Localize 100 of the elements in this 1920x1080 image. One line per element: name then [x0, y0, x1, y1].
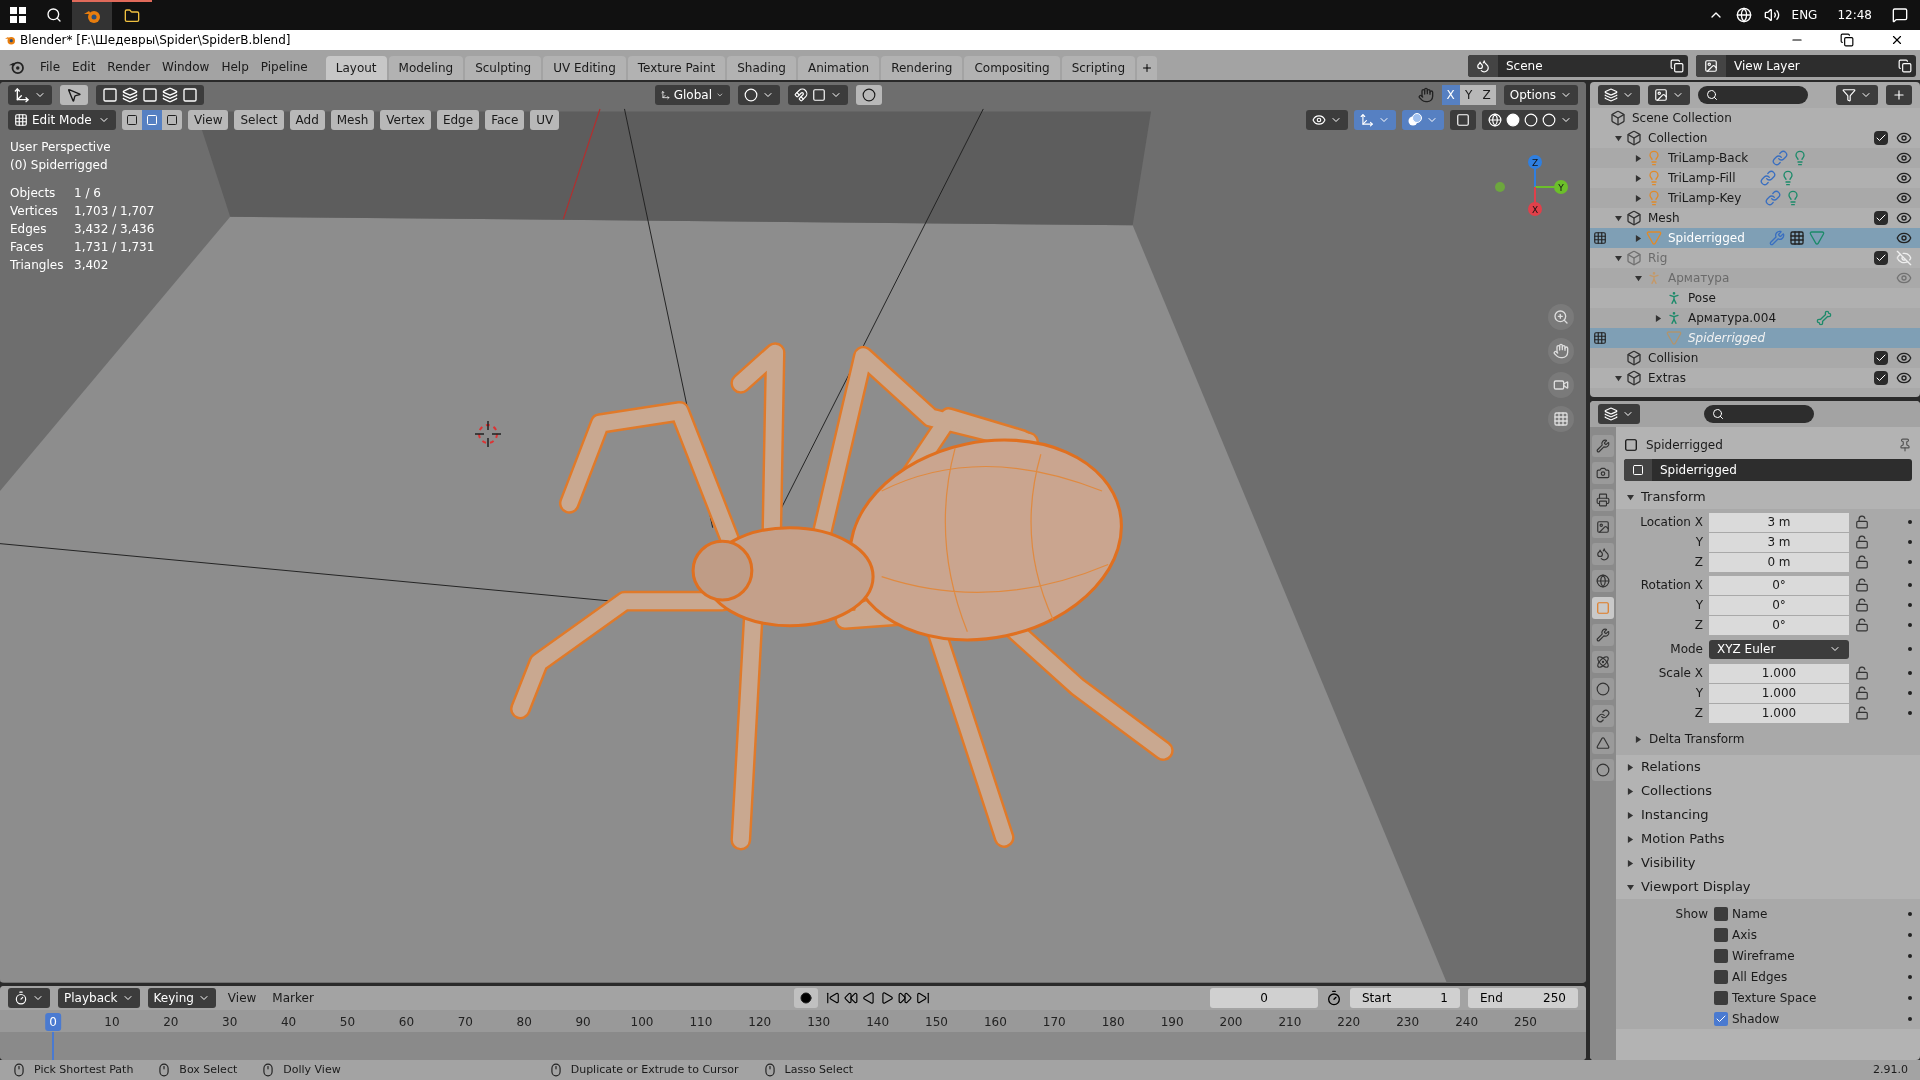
- checkbox[interactable]: [1874, 211, 1888, 225]
- number-field[interactable]: 0°: [1709, 595, 1849, 615]
- play-button[interactable]: [879, 991, 894, 1005]
- menu-item[interactable]: Render: [107, 58, 151, 76]
- expanded-arrow-icon[interactable]: [1614, 374, 1622, 382]
- panel-header[interactable]: Relations: [1624, 755, 1912, 779]
- number-field[interactable]: 1.000: [1709, 683, 1849, 703]
- new-collection-button[interactable]: [1886, 85, 1912, 105]
- outliner-item-label[interactable]: Collision: [1648, 349, 1699, 367]
- properties-tab[interactable]: [1592, 462, 1614, 484]
- checkbox[interactable]: [1874, 371, 1888, 385]
- visibility-dropdown[interactable]: [1306, 109, 1348, 130]
- viewport-menu[interactable]: Face: [485, 109, 525, 130]
- panel-header[interactable]: Transform: [1624, 485, 1912, 509]
- select-mode-toggle[interactable]: [122, 109, 142, 130]
- collapsed-arrow-icon[interactable]: [1654, 314, 1662, 322]
- collapsed-arrow-icon[interactable]: [1627, 763, 1634, 771]
- workspace-tab[interactable]: Compositing: [964, 56, 1060, 80]
- checkbox[interactable]: [1874, 251, 1888, 265]
- checkbox[interactable]: [1714, 948, 1728, 963]
- checkbox[interactable]: [1714, 927, 1728, 942]
- checkbox[interactable]: [1874, 351, 1888, 365]
- current-frame-field[interactable]: 0: [1210, 988, 1318, 1008]
- workspace-tab[interactable]: Shading: [727, 56, 796, 80]
- editor-type-button[interactable]: [8, 84, 52, 105]
- editor-type-button[interactable]: [1598, 85, 1640, 105]
- overlay-toggle[interactable]: [1402, 109, 1444, 130]
- search-field[interactable]: [1698, 86, 1808, 104]
- number-field[interactable]: 1.000: [1709, 703, 1849, 723]
- display-mode-dropdown[interactable]: [1648, 85, 1690, 105]
- end-frame-field[interactable]: End 250: [1468, 988, 1578, 1008]
- collapsed-arrow-icon[interactable]: [1627, 787, 1634, 795]
- panel-header[interactable]: Collections: [1624, 779, 1912, 803]
- properties-tab[interactable]: [1592, 651, 1614, 673]
- outliner-item-label[interactable]: Арматура.004: [1688, 309, 1776, 327]
- viewport-menu[interactable]: Vertex: [380, 109, 431, 130]
- number-field[interactable]: 0 m: [1709, 552, 1849, 572]
- filter-dropdown[interactable]: [1836, 85, 1878, 105]
- select-mode-toggle[interactable]: [162, 109, 182, 130]
- expanded-arrow-icon[interactable]: [1627, 883, 1634, 891]
- expanded-arrow-icon[interactable]: [1627, 493, 1634, 501]
- workspace-tab[interactable]: Texture Paint: [627, 56, 726, 80]
- workspace-tab[interactable]: Rendering: [881, 56, 963, 80]
- workspace-tab[interactable]: UV Editing: [543, 56, 626, 80]
- jump-start-button[interactable]: [825, 991, 840, 1005]
- start-frame-field[interactable]: Start 1: [1350, 988, 1460, 1008]
- gizmo-toggle[interactable]: [1354, 109, 1396, 130]
- add-workspace-button[interactable]: [1137, 56, 1158, 80]
- xray-toggle[interactable]: [1450, 109, 1476, 130]
- jump-end-button[interactable]: [915, 991, 930, 1005]
- collapsed-arrow-icon[interactable]: [1634, 154, 1642, 162]
- properties-tab[interactable]: [1592, 759, 1614, 781]
- mode-dropdown[interactable]: XYZ Euler: [1709, 639, 1849, 659]
- collapsed-arrow-icon[interactable]: [1635, 735, 1642, 743]
- language-indicator[interactable]: ENG: [1791, 6, 1818, 24]
- checkbox[interactable]: [1714, 990, 1728, 1005]
- select-mode-toggle[interactable]: [142, 109, 162, 130]
- properties-tab[interactable]: [1592, 705, 1614, 727]
- clock[interactable]: 12:48: [1837, 6, 1872, 24]
- previous-keyframe-button[interactable]: [843, 991, 858, 1005]
- scene-selector[interactable]: Scene: [1468, 55, 1688, 77]
- collapsed-arrow-icon[interactable]: [1634, 194, 1642, 202]
- checkbox[interactable]: [1714, 969, 1728, 984]
- play-reverse-button[interactable]: [861, 991, 876, 1005]
- select-box-mode-button[interactable]: [96, 84, 204, 105]
- properties-tab[interactable]: [1592, 543, 1614, 565]
- collapsed-arrow-icon[interactable]: [1627, 811, 1634, 819]
- mode-dropdown[interactable]: Edit Mode: [8, 109, 116, 130]
- checkbox[interactable]: [1714, 906, 1728, 921]
- properties-tab[interactable]: [1592, 678, 1614, 700]
- collapsed-arrow-icon[interactable]: [1634, 174, 1642, 182]
- number-field[interactable]: 0°: [1709, 575, 1849, 595]
- properties-tab[interactable]: [1592, 489, 1614, 511]
- menu-item[interactable]: Window: [162, 58, 210, 76]
- outliner-item-label[interactable]: TriLamp-Back: [1668, 149, 1749, 167]
- expanded-arrow-icon[interactable]: [1614, 134, 1622, 142]
- outliner-item-label[interactable]: Pose: [1688, 289, 1716, 307]
- properties-tab[interactable]: [1592, 435, 1614, 457]
- collapsed-arrow-icon[interactable]: [1634, 234, 1642, 242]
- expanded-arrow-icon[interactable]: [1614, 254, 1622, 262]
- properties-tab[interactable]: [1592, 516, 1614, 538]
- panel-header[interactable]: Motion Paths: [1624, 827, 1912, 851]
- timeline-menu[interactable]: View: [223, 989, 261, 1007]
- expanded-arrow-icon[interactable]: [1634, 274, 1642, 282]
- number-field[interactable]: 3 m: [1709, 532, 1849, 552]
- panel-header[interactable]: Visibility: [1624, 851, 1912, 875]
- outliner-item-label[interactable]: TriLamp-Key: [1668, 189, 1742, 207]
- viewport-menu[interactable]: View: [188, 109, 229, 130]
- menu-item[interactable]: Edit: [72, 58, 96, 76]
- workspace-tab[interactable]: Scripting: [1061, 56, 1136, 80]
- timeline-menu[interactable]: Keying: [147, 988, 216, 1008]
- menu-item[interactable]: File: [40, 58, 61, 76]
- workspace-tab[interactable]: Animation: [797, 56, 880, 80]
- number-field[interactable]: 1.000: [1709, 663, 1849, 683]
- properties-tab[interactable]: [1592, 624, 1614, 646]
- properties-tab[interactable]: [1592, 732, 1614, 754]
- app-logo-icon[interactable]: [8, 60, 24, 74]
- workspace-tab[interactable]: Sculpting: [465, 56, 542, 80]
- outliner-item-label[interactable]: TriLamp-Fill: [1668, 169, 1736, 187]
- search-field[interactable]: [1704, 405, 1814, 423]
